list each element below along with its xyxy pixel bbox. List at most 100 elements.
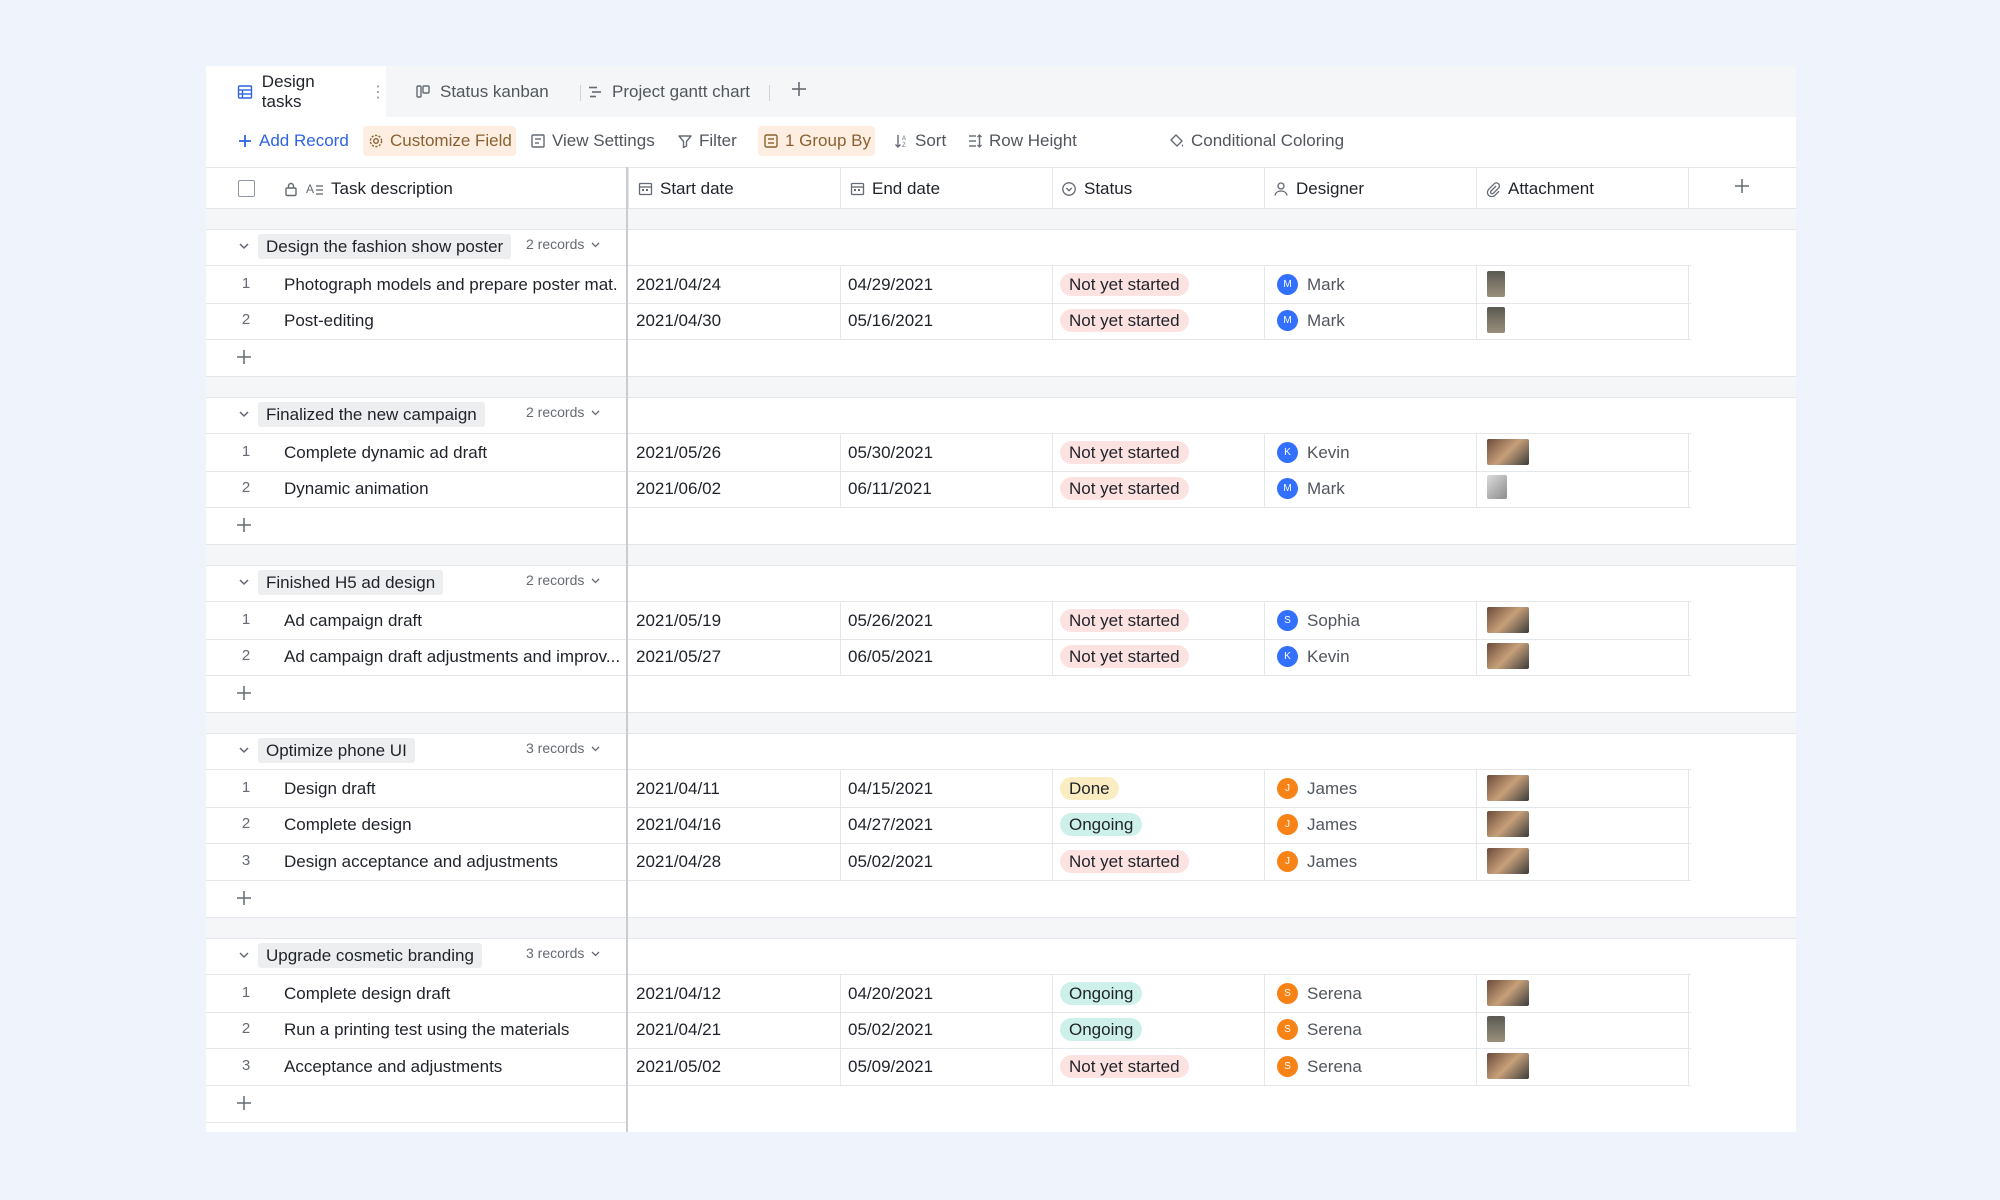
group-header[interactable]: Design the fashion show poster 2 records <box>206 228 1796 265</box>
start-date-cell[interactable]: 2021/04/11 <box>636 779 720 799</box>
group-record-count[interactable]: 3 records <box>526 945 601 961</box>
designer-name[interactable]: Mark <box>1307 275 1345 295</box>
add-record-row[interactable] <box>206 1085 626 1123</box>
table-row[interactable]: 2 Dynamic animation 2021/06/02 06/11/2021 No… <box>206 470 1691 508</box>
designer-name[interactable]: Serena <box>1307 984 1362 1004</box>
start-date-cell[interactable]: 2021/04/21 <box>636 1020 721 1040</box>
group-header[interactable]: Finalized the new campaign 2 records <box>206 396 1796 433</box>
end-date-cell[interactable]: 05/30/2021 <box>848 443 933 463</box>
end-date-cell[interactable]: 05/16/2021 <box>848 311 933 331</box>
add-record-row[interactable] <box>206 675 626 713</box>
status-badge[interactable]: Not yet started <box>1060 273 1189 296</box>
column-header-designer[interactable]: Designer <box>1264 167 1476 210</box>
group-record-count[interactable]: 2 records <box>526 572 601 588</box>
attachment-thumbnail[interactable] <box>1487 475 1507 499</box>
table-row[interactable]: 1 Photograph models and prepare poster ma… <box>206 265 1691 304</box>
end-date-cell[interactable]: 05/26/2021 <box>848 611 933 631</box>
end-date-cell[interactable]: 04/15/2021 <box>848 779 933 799</box>
end-date-cell[interactable]: 04/20/2021 <box>848 984 933 1004</box>
designer-name[interactable]: Kevin <box>1307 647 1350 667</box>
select-all-checkbox[interactable] <box>238 180 255 197</box>
chevron-down-icon[interactable] <box>236 574 252 590</box>
attachment-thumbnail[interactable] <box>1487 775 1529 801</box>
group-record-count[interactable]: 3 records <box>526 740 601 756</box>
task-description-cell[interactable]: Complete dynamic ad draft <box>284 443 619 463</box>
designer-name[interactable]: James <box>1307 779 1357 799</box>
end-date-cell[interactable]: 04/29/2021 <box>848 275 933 295</box>
tab-project-gantt[interactable]: Project gantt chart <box>586 66 750 117</box>
add-record-row[interactable] <box>206 507 626 545</box>
start-date-cell[interactable]: 2021/05/26 <box>636 443 721 463</box>
status-badge[interactable]: Not yet started <box>1060 645 1189 668</box>
attachment-thumbnail[interactable] <box>1487 643 1529 669</box>
designer-name[interactable]: Kevin <box>1307 443 1350 463</box>
table-row[interactable]: 1 Design draft 2021/04/11 04/15/2021 Done J Ja… <box>206 769 1691 808</box>
start-date-cell[interactable]: 2021/05/19 <box>636 611 721 631</box>
attachment-thumbnail[interactable] <box>1487 439 1529 465</box>
attachment-thumbnail[interactable] <box>1487 607 1529 633</box>
group-header[interactable]: Finished H5 ad design 2 records <box>206 564 1796 601</box>
designer-name[interactable]: Sophia <box>1307 611 1360 631</box>
attachment-thumbnail[interactable] <box>1487 1053 1529 1079</box>
table-row[interactable]: 3 Design acceptance and adjustments 2021/0… <box>206 843 1691 881</box>
attachment-thumbnail[interactable] <box>1487 848 1529 874</box>
status-badge[interactable]: Ongoing <box>1060 813 1143 836</box>
tab-design-tasks[interactable]: Design tasks ⋮ <box>206 66 386 117</box>
status-badge[interactable]: Ongoing <box>1060 1018 1143 1041</box>
group-record-count[interactable]: 2 records <box>526 236 601 252</box>
customize-field-button[interactable]: Customize Field <box>363 126 516 156</box>
add-record-row[interactable] <box>206 880 626 918</box>
chevron-down-icon[interactable] <box>236 947 252 963</box>
column-header-status[interactable]: Status <box>1052 167 1264 210</box>
status-badge[interactable]: Not yet started <box>1060 1055 1189 1078</box>
view-settings-button[interactable]: View Settings <box>525 126 659 156</box>
attachment-thumbnail[interactable] <box>1487 307 1505 333</box>
task-description-cell[interactable]: Design draft <box>284 779 619 799</box>
task-description-cell[interactable]: Post-editing <box>284 311 619 331</box>
start-date-cell[interactable]: 2021/04/30 <box>636 311 721 331</box>
designer-name[interactable]: James <box>1307 852 1357 872</box>
status-badge[interactable]: Not yet started <box>1060 850 1189 873</box>
table-row[interactable]: 2 Post-editing 2021/04/30 05/16/2021 Not yet… <box>206 302 1691 340</box>
task-description-cell[interactable]: Ad campaign draft <box>284 611 619 631</box>
task-description-cell[interactable]: Acceptance and adjustments <box>284 1057 619 1077</box>
add-view-button[interactable] <box>790 66 808 117</box>
column-header-attachment[interactable]: Attachment <box>1476 167 1688 210</box>
group-header[interactable]: Optimize phone UI 3 records <box>206 732 1796 769</box>
end-date-cell[interactable]: 06/05/2021 <box>848 647 933 667</box>
attachment-thumbnail[interactable] <box>1487 811 1529 837</box>
column-header-task[interactable]: A Task description <box>206 167 626 210</box>
end-date-cell[interactable]: 04/27/2021 <box>848 815 933 835</box>
start-date-cell[interactable]: 2021/05/27 <box>636 647 721 667</box>
table-row[interactable]: 1 Complete dynamic ad draft 2021/05/26 05/3… <box>206 433 1691 472</box>
task-description-cell[interactable]: Run a printing test using the materials <box>284 1020 619 1040</box>
add-column-button[interactable] <box>1688 167 1796 210</box>
table-row[interactable]: 2 Run a printing test using the materials… <box>206 1011 1691 1049</box>
table-row[interactable]: 1 Ad campaign draft 2021/05/19 05/26/2021 No… <box>206 601 1691 640</box>
status-badge[interactable]: Not yet started <box>1060 609 1189 632</box>
table-row[interactable]: 2 Complete design 2021/04/16 04/27/2021 Ongo… <box>206 806 1691 844</box>
start-date-cell[interactable]: 2021/04/12 <box>636 984 721 1004</box>
task-description-cell[interactable]: Photograph models and prepare poster mat… <box>284 275 619 295</box>
add-record-button[interactable]: Add Record <box>232 126 353 156</box>
task-description-cell[interactable]: Complete design <box>284 815 619 835</box>
start-date-cell[interactable]: 2021/04/28 <box>636 852 721 872</box>
status-badge[interactable]: Ongoing <box>1060 982 1143 1005</box>
table-row[interactable]: 2 Ad campaign draft adjustments and impro… <box>206 638 1691 676</box>
row-height-button[interactable]: Row Height <box>962 126 1081 156</box>
chevron-down-icon[interactable] <box>236 742 252 758</box>
designer-name[interactable]: Serena <box>1307 1057 1362 1077</box>
end-date-cell[interactable]: 05/02/2021 <box>848 852 933 872</box>
status-badge[interactable]: Not yet started <box>1060 309 1189 332</box>
attachment-thumbnail[interactable] <box>1487 980 1529 1006</box>
add-record-row[interactable] <box>206 339 626 377</box>
sort-button[interactable]: AZ Sort <box>888 126 950 156</box>
task-description-cell[interactable]: Ad campaign draft adjustments and improv… <box>284 647 619 667</box>
task-description-cell[interactable]: Dynamic animation <box>284 479 619 499</box>
chevron-down-icon[interactable] <box>236 406 252 422</box>
designer-name[interactable]: Mark <box>1307 479 1345 499</box>
end-date-cell[interactable]: 05/02/2021 <box>848 1020 933 1040</box>
start-date-cell[interactable]: 2021/06/02 <box>636 479 721 499</box>
attachment-thumbnail[interactable] <box>1487 271 1505 297</box>
status-badge[interactable]: Not yet started <box>1060 441 1189 464</box>
